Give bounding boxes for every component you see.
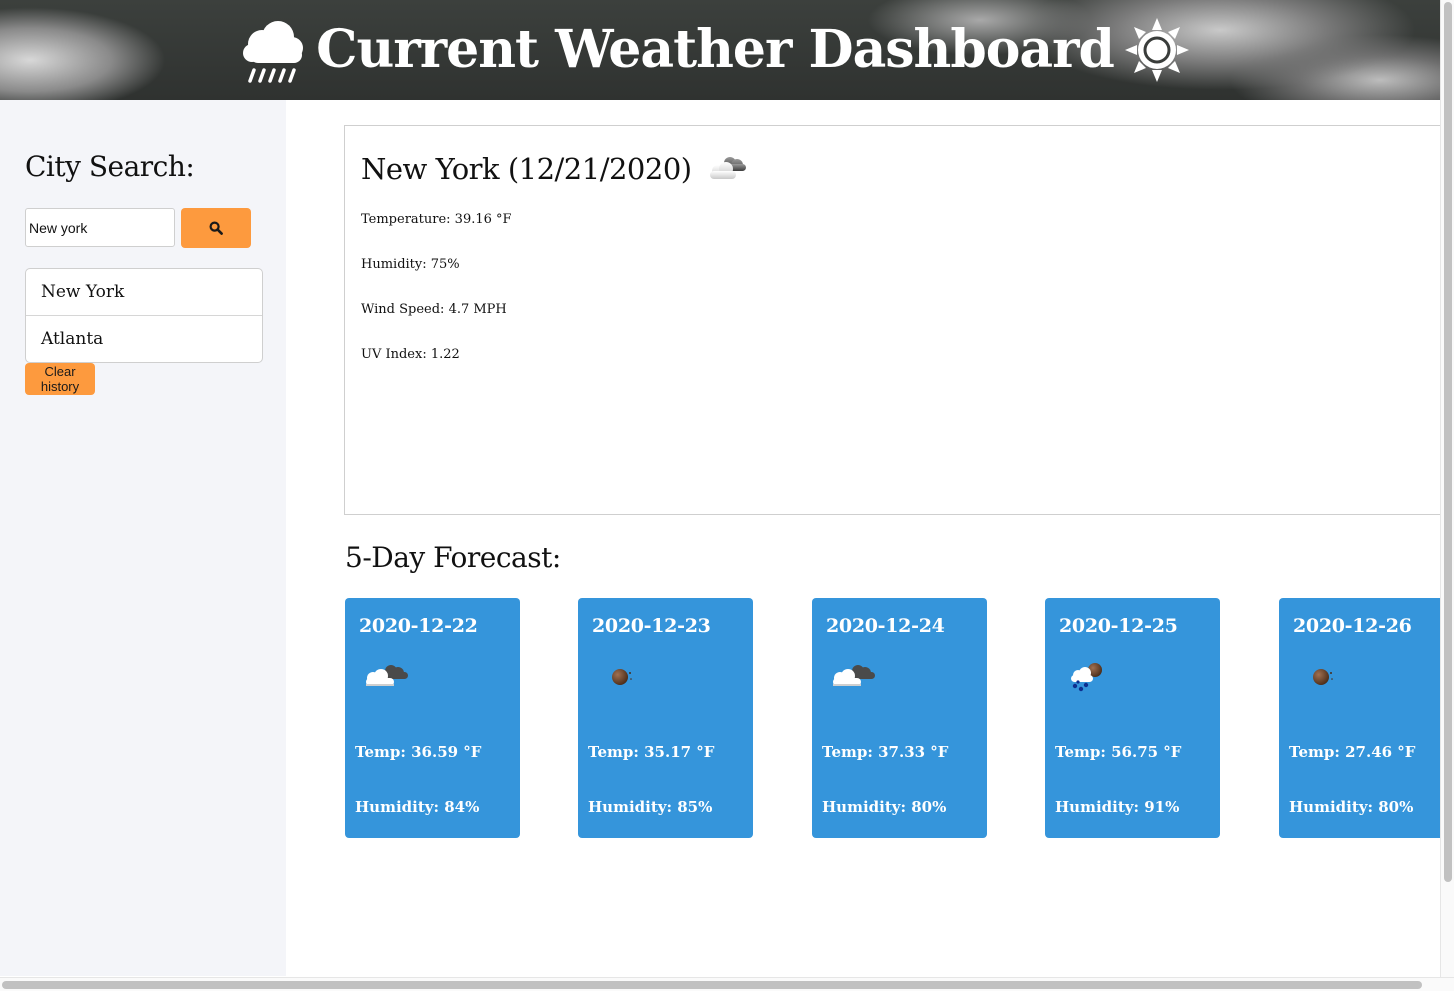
vertical-scrollbar[interactable]	[1440, 0, 1454, 977]
forecast-temp: Temp: 36.59 °F	[355, 743, 482, 761]
forecast-humidity: Humidity: 85%	[588, 798, 713, 816]
forecast-temp: Temp: 35.17 °F	[588, 743, 715, 761]
rain-night-icon	[1071, 663, 1102, 692]
cloud-partly-icon	[709, 157, 746, 179]
forecast-card: 2020-12-25 Temp: 56.75 °F Humidity: 91%	[1045, 598, 1220, 838]
clear-night-icon	[612, 669, 632, 685]
forecast-humidity: Humidity: 84%	[355, 798, 480, 816]
vertical-scroll-thumb[interactable]	[1444, 2, 1452, 882]
page-header: Current Weather Dashboard	[0, 0, 1440, 100]
history-item-new-york[interactable]: New York	[26, 269, 262, 316]
current-humidity: Humidity: 75%	[361, 257, 460, 272]
forecast-card: 2020-12-23 Temp: 35.17 °F Humidity: 85%	[578, 598, 753, 838]
forecast-humidity: Humidity: 80%	[1289, 798, 1414, 816]
horizontal-scrollbar[interactable]	[0, 977, 1454, 991]
broken-clouds-icon	[366, 665, 408, 686]
forecast-date: 2020-12-25	[1059, 615, 1178, 637]
forecast-card: 2020-12-22 Temp: 36.59 °F Humidity: 84%	[345, 598, 520, 838]
forecast-humidity: Humidity: 91%	[1055, 798, 1180, 816]
page-title: Current Weather Dashboard	[316, 19, 1115, 80]
forecast-date: 2020-12-22	[359, 615, 478, 637]
current-weather-panel: New York (12/21/2020) Temperature: 39.16…	[344, 125, 1440, 515]
current-uv-index: UV Index: 1.22	[361, 347, 460, 362]
forecast-temp: Temp: 27.46 °F	[1289, 743, 1416, 761]
broken-clouds-icon	[833, 665, 875, 686]
city-search-heading: City Search:	[25, 150, 195, 183]
current-temperature: Temperature: 39.16 °F	[361, 212, 512, 227]
forecast-card: 2020-12-24 Temp: 37.33 °F Humidity: 80%	[812, 598, 987, 838]
sun-icon	[1124, 18, 1189, 82]
search-icon	[209, 221, 223, 235]
city-search-input[interactable]	[25, 208, 175, 247]
search-button[interactable]	[181, 208, 251, 248]
forecast-temp: Temp: 56.75 °F	[1055, 743, 1182, 761]
forecast-card: 2020-12-26 Temp: 27.46 °F Humidity: 80%	[1279, 598, 1440, 838]
page: Current Weather Dashboard City Search: N…	[0, 0, 1440, 976]
horizontal-scroll-thumb[interactable]	[2, 981, 1422, 989]
current-wind-speed: Wind Speed: 4.7 MPH	[361, 302, 507, 317]
history-item-atlanta[interactable]: Atlanta	[26, 316, 262, 362]
forecast-heading: 5-Day Forecast:	[345, 541, 561, 574]
forecast-temp: Temp: 37.33 °F	[822, 743, 949, 761]
current-city-heading: New York (12/21/2020)	[361, 152, 692, 186]
clear-history-button[interactable]: Clear history	[25, 363, 95, 395]
forecast-humidity: Humidity: 80%	[822, 798, 947, 816]
forecast-date: 2020-12-24	[826, 615, 945, 637]
cloud-rain-icon	[243, 21, 304, 83]
forecast-date: 2020-12-26	[1293, 615, 1412, 637]
search-history-list: New York Atlanta	[25, 268, 263, 363]
clear-night-icon	[1313, 669, 1333, 685]
forecast-date: 2020-12-23	[592, 615, 711, 637]
